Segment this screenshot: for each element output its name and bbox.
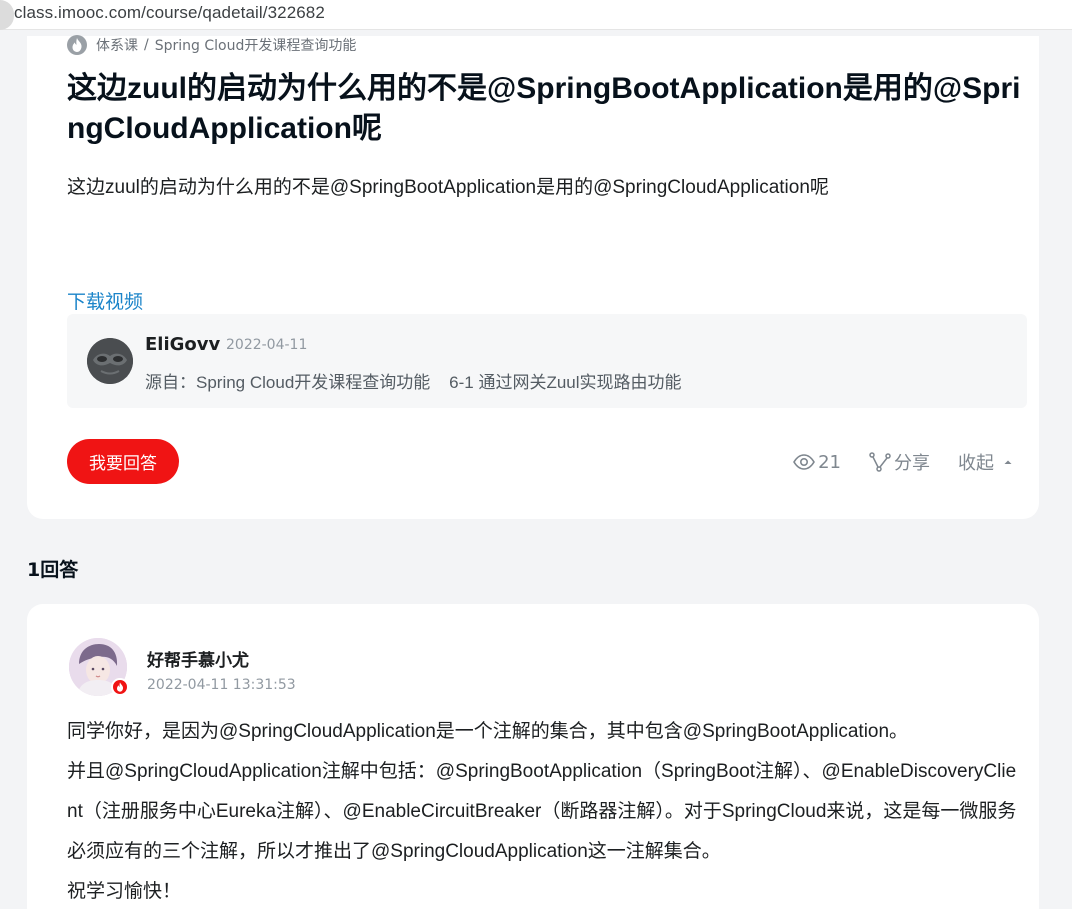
author-name[interactable]: EliGovv (145, 334, 220, 355)
answer-time: 2022-04-11 13:31:53 (147, 677, 296, 693)
answerer-name[interactable]: 好帮手慕小尤 (147, 646, 249, 671)
question-actions: 21 分享 收起 (765, 449, 1019, 475)
browser-address-bar[interactable]: class.imooc.com/course/qadetail/322682 (0, 0, 1072, 30)
answer-paragraph: 同学你好，是因为@SpringCloudApplication是一个注解的集合，… (67, 721, 909, 742)
caret-up-icon (1004, 460, 1012, 464)
breadcrumb-root[interactable]: 体系课 (96, 35, 138, 55)
question-card: 体系课 / Spring Cloud开发课程查询功能 这边zuul的启动为什么用… (27, 35, 1039, 519)
teacher-badge-icon (111, 678, 129, 696)
breadcrumb: 体系课 / Spring Cloud开发课程查询功能 (67, 35, 357, 55)
answer-button[interactable]: 我要回答 (67, 439, 179, 484)
question-source[interactable]: 源自：Spring Cloud开发课程查询功能 6-1 通过网关Zuul实现路由… (145, 368, 682, 393)
view-count-value: 21 (818, 451, 841, 473)
download-video-link[interactable]: 下载视频 (67, 287, 143, 314)
author-avatar[interactable] (87, 338, 133, 384)
breadcrumb-course[interactable]: Spring Cloud开发课程查询功能 (155, 35, 357, 55)
answer-paragraph: 祝学习愉快！ (67, 881, 182, 902)
view-count: 21 (793, 452, 841, 473)
address-bar-edge (0, 0, 14, 30)
question-source-box: EliGovv 2022-04-11 源自：Spring Cloud开发课程查询… (67, 314, 1027, 408)
question-date: 2022-04-11 (226, 337, 308, 353)
share-icon (869, 452, 891, 472)
answer-body: 同学你好，是因为@SpringCloudApplication是一个注解的集合，… (67, 712, 1017, 909)
eye-icon (793, 454, 816, 470)
collapse-button[interactable]: 收起 (958, 449, 1019, 475)
flame-icon (67, 35, 87, 55)
answer-card: 好帮手慕小尤 2022-04-11 13:31:53 同学你好，是因为@Spri… (27, 604, 1039, 909)
question-title: 这边zuul的启动为什么用的不是@SpringBootApplication是用… (67, 72, 1021, 145)
question-body: 这边zuul的启动为什么用的不是@SpringBootApplication是用… (67, 177, 829, 198)
breadcrumb-separator: / (144, 37, 149, 53)
share-label[interactable]: 分享 (894, 449, 930, 475)
collapse-label[interactable]: 收起 (958, 449, 994, 475)
answer-count-heading: 1回答 (27, 559, 79, 581)
url-text[interactable]: class.imooc.com/course/qadetail/322682 (14, 3, 325, 23)
share-button[interactable]: 分享 (869, 449, 930, 475)
answer-paragraph: 并且@SpringCloudApplication注解中包括：@SpringBo… (67, 761, 1017, 862)
